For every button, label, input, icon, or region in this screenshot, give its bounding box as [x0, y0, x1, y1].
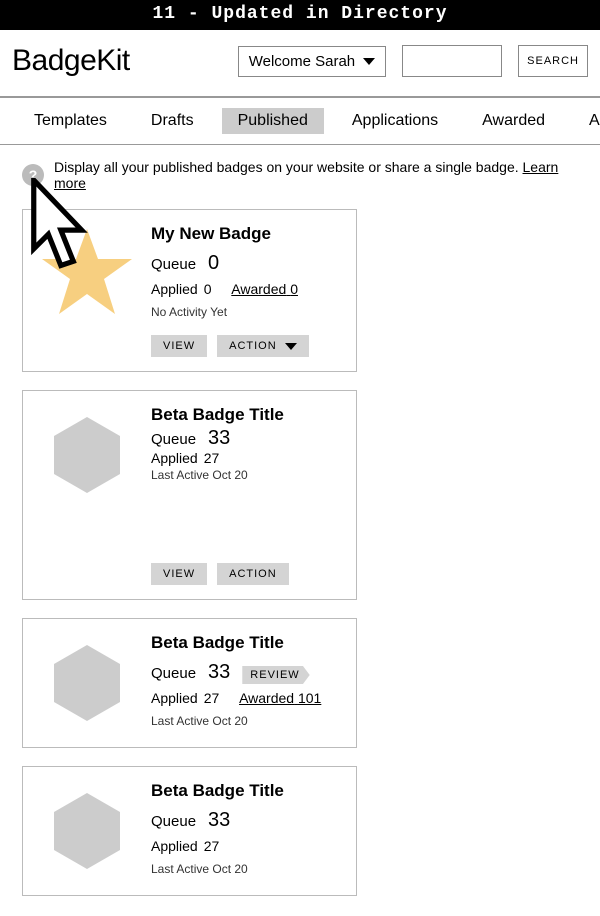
view-button[interactable]: VIEW: [151, 563, 207, 585]
search-button[interactable]: SEARCH: [518, 45, 588, 77]
activity-text: Last Active Oct 20: [151, 468, 342, 482]
hexagon-icon: [54, 417, 120, 493]
tab-applications[interactable]: Applications: [336, 108, 454, 134]
badge-title: Beta Badge Title: [151, 633, 342, 653]
info-text: Display all your published badges on you…: [54, 159, 523, 175]
tab-templates[interactable]: Templates: [18, 108, 123, 134]
activity-text: Last Active Oct 20: [151, 862, 342, 876]
star-icon: [37, 224, 137, 324]
queue-value: 33: [208, 809, 230, 832]
applied-label: Applied: [151, 450, 198, 466]
user-menu-label: Welcome Sarah: [249, 53, 355, 70]
badge-card-body: Beta Badge Title Queue 33 Applied 27 Las…: [151, 781, 342, 881]
badge-title: My New Badge: [151, 224, 342, 244]
applied-label: Applied: [151, 690, 198, 706]
badge-thumbnail: [37, 405, 137, 505]
queue-label: Queue: [151, 665, 196, 682]
tab-drafts[interactable]: Drafts: [135, 108, 210, 134]
badge-title: Beta Badge Title: [151, 405, 342, 425]
action-button[interactable]: ACTION: [217, 335, 309, 357]
help-icon[interactable]: ?: [22, 164, 44, 186]
applied-value: 0: [204, 281, 212, 297]
badge-card: Beta Badge Title Queue 33 Applied 27 Las…: [22, 390, 357, 600]
queue-value: 33: [208, 661, 230, 684]
queue-value: 0: [208, 252, 219, 275]
tab-awarded[interactable]: Awarded: [466, 108, 561, 134]
queue-label: Queue: [151, 813, 196, 830]
search-input[interactable]: [402, 45, 502, 77]
info-banner: ? Display all your published badges on y…: [0, 145, 600, 209]
applied-value: 27: [204, 690, 220, 706]
badge-card-body: My New Badge Queue 0 Applied 0 Awarded 0…: [151, 224, 342, 357]
badge-card-body: Beta Badge Title Queue 33 REVIEW Applied…: [151, 633, 342, 733]
applied-label: Applied: [151, 281, 198, 297]
queue-value: 33: [208, 427, 230, 450]
header: BadgeKit Welcome Sarah SEARCH: [0, 30, 600, 96]
badge-grid: My New Badge Queue 0 Applied 0 Awarded 0…: [0, 209, 600, 916]
badge-thumbnail: [37, 224, 137, 324]
tab-archived[interactable]: Archived: [573, 108, 600, 134]
badge-card: Beta Badge Title Queue 33 REVIEW Applied…: [22, 618, 357, 748]
applied-value: 27: [204, 450, 220, 466]
badge-title: Beta Badge Title: [151, 781, 342, 801]
queue-label: Queue: [151, 256, 196, 273]
badge-card: My New Badge Queue 0 Applied 0 Awarded 0…: [22, 209, 357, 372]
hexagon-icon: [54, 793, 120, 869]
annotation-bar: 11 - Updated in Directory: [0, 0, 600, 30]
activity-text: No Activity Yet: [151, 305, 342, 319]
activity-text: Last Active Oct 20: [151, 714, 342, 728]
badge-card: Beta Badge Title Queue 33 Applied 27 Las…: [22, 766, 357, 896]
user-menu[interactable]: Welcome Sarah: [238, 46, 386, 77]
caret-down-icon: [363, 58, 375, 65]
caret-down-icon: [285, 343, 297, 350]
applied-value: 27: [204, 838, 220, 854]
review-tag[interactable]: REVIEW: [242, 666, 309, 684]
hexagon-icon: [54, 645, 120, 721]
view-button[interactable]: VIEW: [151, 335, 207, 357]
badge-thumbnail: [37, 781, 137, 881]
awarded-link[interactable]: Awarded 101: [239, 690, 321, 706]
applied-label: Applied: [151, 838, 198, 854]
tab-published[interactable]: Published: [222, 108, 324, 134]
queue-label: Queue: [151, 431, 196, 448]
tab-bar: Templates Drafts Published Applications …: [0, 98, 600, 144]
awarded-link[interactable]: Awarded 0: [231, 281, 298, 297]
app-logo: BadgeKit: [12, 44, 130, 78]
action-button[interactable]: ACTION: [217, 563, 289, 585]
badge-thumbnail: [37, 633, 137, 733]
badge-card-body: Beta Badge Title Queue 33 Applied 27 Las…: [151, 405, 342, 585]
